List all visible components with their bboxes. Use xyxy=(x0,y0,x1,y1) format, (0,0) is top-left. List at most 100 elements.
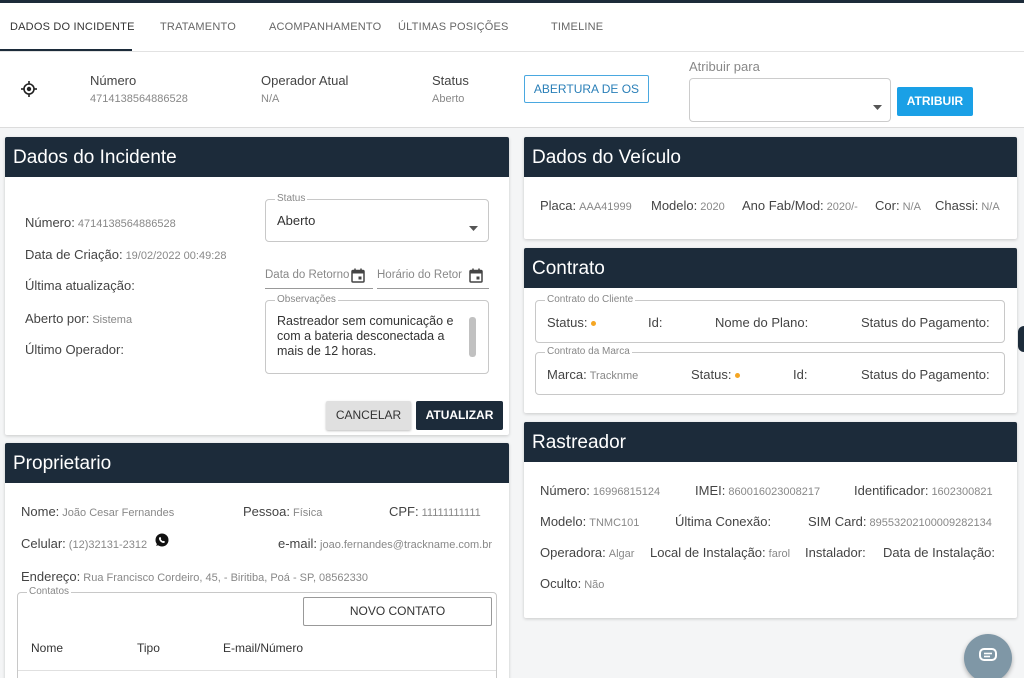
cliente-status-label: Status: xyxy=(547,315,588,330)
atribuir-para-select[interactable] xyxy=(689,78,891,122)
incident-ultima-atualizacao: Última atualização: xyxy=(25,278,135,293)
tracker-operadora-label: Operadora: xyxy=(540,545,606,560)
numero-value: 4714138564886528 xyxy=(90,93,188,105)
marca-pagamento-label: Status do Pagamento: xyxy=(861,367,990,382)
tracker-data-instalacao-label: Data de Instalação: xyxy=(883,545,996,560)
marca-label: Marca: xyxy=(547,367,587,382)
owner-endereco-value: Rua Francisco Cordeiro, 45, - Biritiba, … xyxy=(83,572,368,584)
novo-contato-button[interactable]: NOVO CONTATO xyxy=(303,597,492,626)
tracker-identificador-label: Identificador: xyxy=(854,483,929,498)
owner-card-title: Proprietario xyxy=(5,443,509,483)
cliente-plano-label: Nome do Plano: xyxy=(715,315,809,330)
owner-card: Proprietario Nome: João Cesar Fernandes P… xyxy=(5,443,509,678)
vehicle-modelo-value: 2020 xyxy=(700,201,725,213)
tracker-imei: IMEI: 860016023008217 xyxy=(695,483,820,498)
status-dot-icon xyxy=(735,373,741,379)
side-panel-handle[interactable] xyxy=(1018,326,1024,352)
column-email-numero: E-mail/Número xyxy=(223,641,304,655)
owner-email: e-mail: joao.fernandes@trackname.com.br xyxy=(278,536,492,551)
tab-dados-do-incidente[interactable]: DADOS DO INCIDENTE xyxy=(10,21,135,33)
owner-cpf-label: CPF: xyxy=(389,504,419,519)
atualizar-button[interactable]: ATUALIZAR xyxy=(416,401,503,430)
contatos-section: Contatos NOVO CONTATO Nome Tipo E-mail/N… xyxy=(17,586,497,678)
observacoes-textarea[interactable]: Observações Rastreador sem comunicação e… xyxy=(265,294,489,374)
tracker-imei-label: IMEI: xyxy=(695,483,726,498)
owner-endereco: Endereço: Rua Francisco Cordeiro, 45, - B… xyxy=(21,569,368,584)
contrato-cliente-section: Contrato do Cliente Status: Id: Nome do … xyxy=(535,294,1005,343)
incident-numero-value: 4714138564886528 xyxy=(77,218,176,230)
incident-numero-label: Número: xyxy=(25,215,75,230)
tracker-imei-value: 860016023008217 xyxy=(728,486,821,498)
status-select-value: Aberto xyxy=(277,213,316,228)
tracker-local: Local de Instalação: farol xyxy=(650,545,790,560)
textarea-scrollbar[interactable] xyxy=(469,317,476,357)
tab-bar: DADOS DO INCIDENTE TRATAMENTO ACOMPANHAM… xyxy=(0,0,1024,52)
chat-icon xyxy=(979,648,997,667)
whatsapp-icon[interactable] xyxy=(155,533,169,550)
contrato-marca-legend: Contrato da Marca xyxy=(545,346,632,357)
vehicle-placa-value: AAA41999 xyxy=(579,201,632,213)
vehicle-card: Dados do Veículo Placa: AAA41999 Modelo: 2… xyxy=(524,137,1017,239)
chevron-down-icon xyxy=(469,219,478,234)
vehicle-ano-value: 2020/- xyxy=(826,201,858,213)
owner-celular: Celular: (12)32131-2312 xyxy=(21,536,147,551)
contract-card: Contrato Contrato do Cliente Status: Id:… xyxy=(524,248,1017,413)
vehicle-ano: Ano Fab/Mod: 2020/- xyxy=(742,198,858,213)
vehicle-modelo: Modelo: 2020 xyxy=(651,198,725,213)
incident-data-criacao: Data de Criação: 19/02/2022 00:49:28 xyxy=(25,247,227,262)
tracker-simcard: SIM Card: 89553202100009282134 xyxy=(808,514,992,529)
incident-info-bar: Número 4714138564886528 Operador Atual N… xyxy=(0,52,1024,128)
table-divider xyxy=(18,670,496,671)
aberto-por-label: Aberto por: xyxy=(25,311,90,326)
contract-card-title: Contrato xyxy=(524,248,1017,288)
contatos-legend: Contatos xyxy=(27,586,72,597)
tracker-numero-value: 16996815124 xyxy=(592,486,661,498)
vehicle-cor-value: N/A xyxy=(902,201,921,213)
data-retorno-placeholder: Data do Retorno xyxy=(265,269,350,281)
incident-aberto-por: Aberto por: Sistema xyxy=(25,311,132,326)
tracker-local-value: farol xyxy=(768,548,791,560)
owner-celular-value: (12)32131-2312 xyxy=(68,539,148,551)
tab-acompanhamento[interactable]: ACOMPANHAMENTO xyxy=(269,21,381,33)
cancelar-button[interactable]: CANCELAR xyxy=(326,401,411,430)
tracker-operadora-value: Algar xyxy=(608,548,635,560)
tracker-oculto: Oculto: Não xyxy=(540,576,604,591)
active-tab-indicator xyxy=(0,49,132,51)
calendar-icon[interactable] xyxy=(469,268,483,286)
tracker-modelo-label: Modelo: xyxy=(540,514,587,529)
tab-ultimas-posicoes[interactable]: ÚLTIMAS POSIÇÕES xyxy=(398,21,509,33)
operador-value: N/A xyxy=(261,93,280,105)
vehicle-placa-label: Placa: xyxy=(540,198,577,213)
tracker-oculto-label: Oculto: xyxy=(540,576,582,591)
marca-status: Status: xyxy=(691,367,741,382)
vehicle-cor-label: Cor: xyxy=(875,198,900,213)
data-retorno-input[interactable]: Data do Retorno xyxy=(265,267,373,289)
vehicle-chassi-label: Chassi: xyxy=(935,198,979,213)
marca-id-label: Id: xyxy=(793,367,808,382)
owner-pessoa-value: Física xyxy=(292,507,323,519)
ultima-atualizacao-label: Última atualização: xyxy=(25,278,135,293)
tab-timeline[interactable]: TIMELINE xyxy=(551,21,603,33)
tracker-numero-label: Número: xyxy=(540,483,590,498)
cliente-status: Status: xyxy=(547,315,597,330)
numero-label: Número xyxy=(90,73,137,88)
status-dot-icon xyxy=(591,321,597,327)
calendar-icon[interactable] xyxy=(351,268,365,286)
status-select[interactable]: Status Aberto xyxy=(265,193,489,242)
abertura-de-os-button[interactable]: ABERTURA DE OS xyxy=(524,75,649,103)
owner-celular-label: Celular: xyxy=(21,536,66,551)
column-tipo: Tipo xyxy=(137,641,160,655)
horario-retorno-input[interactable]: Horário do Retor xyxy=(377,267,489,289)
owner-cpf-value: 11111111111 xyxy=(421,507,481,519)
crosshair-icon[interactable] xyxy=(21,81,37,100)
atribuir-button[interactable]: ATRIBUIR xyxy=(897,87,973,116)
data-criacao-value: 19/02/2022 00:49:28 xyxy=(125,250,227,262)
cliente-pagamento-label: Status do Pagamento: xyxy=(861,315,990,330)
tab-tratamento[interactable]: TRATAMENTO xyxy=(160,21,236,33)
owner-nome: Nome: João Cesar Fernandes xyxy=(21,504,174,519)
owner-nome-value: João Cesar Fernandes xyxy=(62,507,175,519)
chat-button[interactable] xyxy=(964,634,1012,678)
vehicle-cor: Cor: N/A xyxy=(875,198,921,213)
aberto-por-value: Sistema xyxy=(92,314,133,326)
status-select-legend: Status xyxy=(275,193,308,204)
